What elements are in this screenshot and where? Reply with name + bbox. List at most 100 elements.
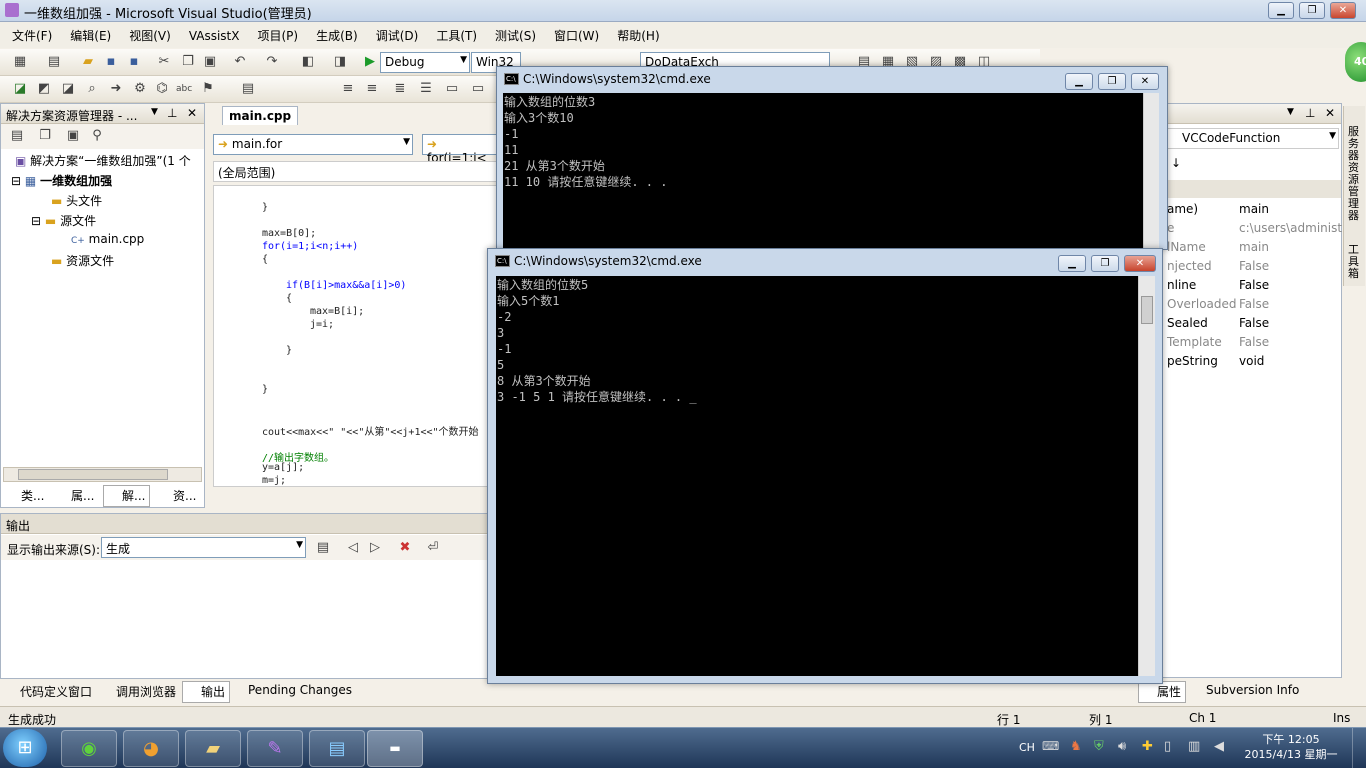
refactor-icon[interactable]: ⚙ bbox=[132, 81, 148, 97]
expand-icon[interactable]: ⊟ bbox=[31, 214, 41, 228]
tab-solution-explorer[interactable]: 解... bbox=[103, 485, 151, 507]
keyboard-icon[interactable]: ⌨ bbox=[1042, 739, 1059, 753]
menu-window[interactable]: 窗口(W) bbox=[542, 22, 605, 44]
network-icon[interactable]: ▥ bbox=[1188, 739, 1200, 754]
menu-test[interactable]: 测试(S) bbox=[483, 22, 542, 44]
cmd-window-2[interactable]: C:\ C:\Windows\system32\cmd.exe ▁ ❐ ✕ 输入… bbox=[487, 248, 1163, 684]
tree-item-project[interactable]: ⊟ ▦ 一维数组加强 bbox=[11, 172, 112, 189]
prev-message-icon[interactable]: ◁ bbox=[345, 540, 361, 556]
list-icon[interactable]: ☰ bbox=[418, 81, 434, 97]
window-icon[interactable]: ▭ bbox=[444, 81, 460, 97]
tray-security-icon[interactable]: ⛨ bbox=[1094, 739, 1104, 754]
taskbar-cmd-icon[interactable]: ▬ bbox=[367, 730, 423, 767]
property-value[interactable]: False bbox=[1239, 335, 1269, 349]
menu-edit[interactable]: 编辑(E) bbox=[58, 22, 117, 44]
layout-icon[interactable]: ▭ bbox=[470, 81, 486, 97]
clear-all-icon[interactable]: ✖ bbox=[397, 540, 413, 556]
tab-call-browser[interactable]: 调用浏览器 bbox=[100, 683, 176, 700]
paste-icon[interactable]: ▣ bbox=[202, 54, 218, 70]
redo-icon[interactable]: ↷ bbox=[264, 54, 280, 70]
taskbar-browser-icon[interactable]: ◕ bbox=[123, 730, 179, 767]
maximize-button[interactable]: ❐ bbox=[1299, 2, 1325, 19]
pin-icon[interactable]: ⊥ bbox=[167, 106, 177, 120]
build-icon[interactable]: ◪ bbox=[12, 81, 28, 97]
tab-subversion-info[interactable]: Subversion Info bbox=[1190, 683, 1299, 697]
show-all-files-icon[interactable]: ❐ bbox=[37, 128, 53, 144]
tray-phone-icon[interactable]: ▯ bbox=[1164, 739, 1171, 754]
tab-properties-manager[interactable]: 属... bbox=[55, 487, 94, 504]
cmd-maximize-button[interactable]: ❐ bbox=[1098, 73, 1126, 90]
goto-icon[interactable]: ➜ bbox=[108, 81, 124, 97]
cmd-vertical-scrollbar[interactable] bbox=[1143, 93, 1159, 249]
start-button[interactable]: ⊞ bbox=[3, 729, 47, 767]
add-item-icon[interactable]: ▤ bbox=[46, 54, 62, 70]
navigate-back-icon[interactable]: ◧ bbox=[300, 54, 316, 70]
properties-icon[interactable]: ▤ bbox=[9, 128, 25, 144]
indent-icon[interactable]: ≡ bbox=[340, 81, 356, 97]
code-view[interactable]: } max=B[0]; for(i=1;i<n;i++) { if(B[i]>m… bbox=[213, 185, 503, 487]
tree-item-main-cpp[interactable]: C+ main.cpp bbox=[71, 232, 144, 246]
taskbar-visual-studio-icon[interactable]: ✎ bbox=[247, 730, 303, 767]
comment-icon[interactable]: ▤ bbox=[240, 81, 256, 97]
find-symbol-icon[interactable]: ⌕ bbox=[84, 81, 100, 97]
dropdown-icon[interactable]: ▼ bbox=[151, 107, 158, 117]
new-project-icon[interactable]: ▦ bbox=[12, 54, 28, 70]
performance-badge[interactable]: 40 bbox=[1345, 42, 1366, 82]
copy-icon[interactable]: ❐ bbox=[180, 54, 196, 70]
view-code-icon[interactable]: ▣ bbox=[65, 128, 81, 144]
object-combo[interactable]: VCCodeFunction ▼ bbox=[1163, 128, 1339, 149]
spell-check-icon[interactable]: abc bbox=[176, 81, 192, 97]
expand-icon[interactable]: ⊟ bbox=[11, 174, 21, 188]
tray-update-icon[interactable]: ✚ bbox=[1142, 739, 1153, 754]
menu-build[interactable]: 生成(B) bbox=[304, 22, 364, 44]
menu-view[interactable]: 视图(V) bbox=[117, 22, 177, 44]
cmd-close-button[interactable]: ✕ bbox=[1131, 73, 1159, 90]
property-value[interactable]: c:\users\administ bbox=[1239, 221, 1342, 235]
start-debug-icon[interactable]: ▶ bbox=[362, 54, 378, 70]
function-combo[interactable]: ➜ main.for ▼ bbox=[213, 134, 413, 155]
member-combo[interactable]: ➜ for(i=1;i< bbox=[422, 134, 502, 165]
taskbar-explorer-icon[interactable]: ▰ bbox=[185, 730, 241, 767]
sort-icon[interactable]: ↓ bbox=[1171, 156, 1181, 170]
word-wrap-icon[interactable]: ⏎ bbox=[425, 540, 441, 556]
open-folder-icon[interactable]: ▰ bbox=[80, 54, 96, 70]
menu-vassistx[interactable]: VAssistX bbox=[177, 24, 246, 43]
tab-toolbox[interactable]: 工具箱 bbox=[1348, 244, 1362, 280]
tree-item-solution[interactable]: ▣ 解决方案“一维数组加强”(1 个 bbox=[15, 152, 191, 169]
tray-app-icon[interactable]: ♞ bbox=[1070, 739, 1082, 754]
taskbar-notepad-icon[interactable]: ▤ bbox=[309, 730, 365, 767]
scroll-thumb[interactable] bbox=[18, 469, 168, 480]
goto-line-icon[interactable]: ▤ bbox=[315, 540, 331, 556]
cmd-vertical-scrollbar[interactable] bbox=[1138, 276, 1155, 676]
bookmark-icon[interactable]: ⚑ bbox=[200, 81, 216, 97]
undo-icon[interactable]: ↶ bbox=[232, 54, 248, 70]
clean-icon[interactable]: ◪ bbox=[60, 81, 76, 97]
cmd-maximize-button[interactable]: ❐ bbox=[1091, 255, 1119, 272]
panel-close-icon[interactable]: ✕ bbox=[1325, 106, 1335, 120]
tab-output[interactable]: 输出 bbox=[182, 681, 231, 703]
next-message-icon[interactable]: ▷ bbox=[367, 540, 383, 556]
input-language[interactable]: CH bbox=[1019, 741, 1035, 754]
cut-icon[interactable]: ✂ bbox=[156, 54, 172, 70]
cmd-window-1[interactable]: C:\ C:\Windows\system32\cmd.exe ▁ ❐ ✕ 输入… bbox=[496, 66, 1168, 250]
tree-item-headers[interactable]: ▬ 头文件 bbox=[51, 192, 102, 209]
view-class-icon[interactable]: ⚲ bbox=[89, 128, 105, 144]
menu-help[interactable]: 帮助(H) bbox=[605, 22, 665, 44]
dropdown-icon[interactable]: ▼ bbox=[1287, 107, 1294, 117]
tab-resource-view[interactable]: 资... bbox=[157, 487, 196, 504]
menu-project[interactable]: 项目(P) bbox=[245, 22, 304, 44]
cmd-minimize-button[interactable]: ▁ bbox=[1065, 73, 1093, 90]
tab-main-cpp[interactable]: main.cpp bbox=[222, 106, 299, 125]
tab-class-view[interactable]: 类... bbox=[5, 487, 44, 504]
tree-item-resources[interactable]: ▬ 资源文件 bbox=[51, 252, 114, 269]
cmd-close-button[interactable]: ✕ bbox=[1124, 255, 1156, 272]
tray-speaker-icon[interactable]: ◀ bbox=[1214, 739, 1224, 754]
menu-tools[interactable]: 工具(T) bbox=[424, 22, 483, 44]
property-value[interactable]: False bbox=[1239, 259, 1269, 273]
code-icon[interactable]: ⌬ bbox=[154, 81, 170, 97]
volume-icon[interactable]: 🔊︎ bbox=[1118, 739, 1126, 754]
outdent-icon[interactable]: ≡ bbox=[364, 81, 380, 97]
scope-combo[interactable]: (全局范围) bbox=[213, 161, 503, 182]
output-source-combo[interactable]: 生成 ▼ bbox=[101, 537, 306, 558]
navigate-forward-icon[interactable]: ◨ bbox=[332, 54, 348, 70]
